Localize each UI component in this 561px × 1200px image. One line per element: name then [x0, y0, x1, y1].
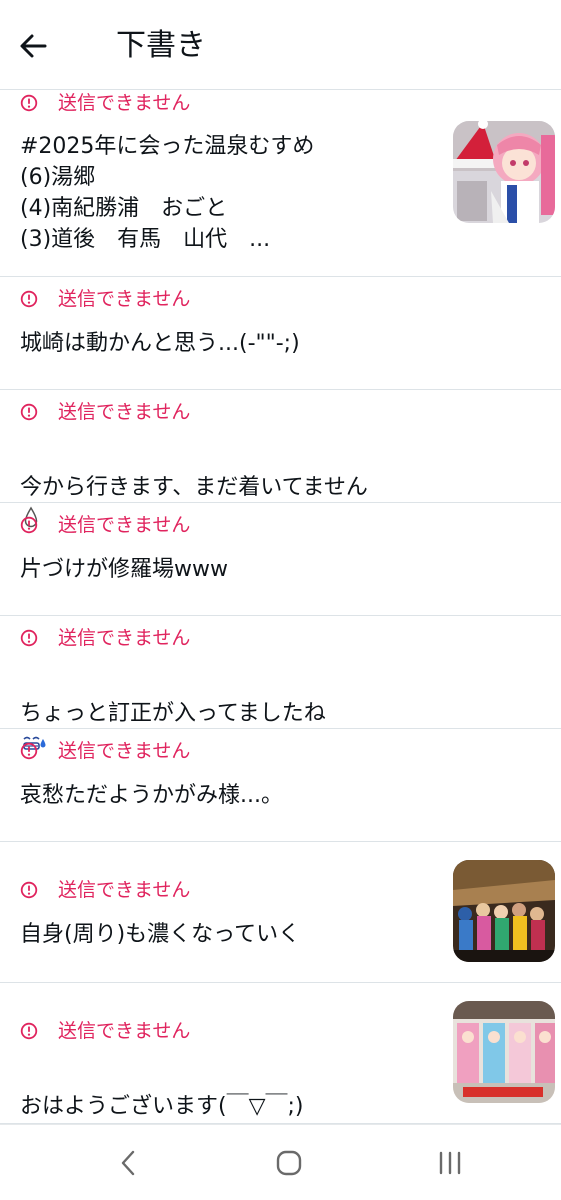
- status-text: 送信できません: [58, 740, 191, 762]
- draft-item[interactable]: 送信できません 片づけが修羅場www: [0, 503, 561, 616]
- back-button[interactable]: [18, 26, 72, 66]
- draft-text: 今から行きます、まだ着いてません: [20, 475, 368, 500]
- draft-thumbnail[interactable]: [453, 1001, 555, 1103]
- app-header: 下書き: [0, 0, 561, 90]
- nav-recents-icon: [439, 1151, 461, 1175]
- alert-circle-icon: [20, 1022, 38, 1040]
- status-text: 送信できません: [58, 627, 191, 649]
- draft-text: ちょっと訂正が入ってましたね: [20, 701, 326, 726]
- alert-circle-icon: [20, 881, 38, 899]
- draft-status: 送信できません: [20, 512, 190, 538]
- draft-item[interactable]: 送信できません #2025年に会った温泉むすめ (6)湯郷 (4)南紀勝浦 おご…: [0, 90, 561, 277]
- draft-item[interactable]: 送信できません ちょっと訂正が入ってましたね: [0, 616, 561, 750]
- nav-back-icon: [121, 1150, 135, 1176]
- draft-text: おはようございます(￣▽￣;): [20, 1094, 304, 1119]
- draft-thumbnail[interactable]: [453, 121, 555, 223]
- draft-status: 送信できません: [20, 1018, 190, 1044]
- status-text: 送信できません: [58, 1020, 191, 1042]
- arrow-left-icon: [20, 34, 47, 58]
- draft-item[interactable]: 送信できません おはようございます(￣▽￣;): [0, 983, 561, 1124]
- draft-text: 自身(周り)も濃くなっていく: [20, 922, 301, 947]
- nav-home-button[interactable]: [259, 1143, 319, 1183]
- draft-item[interactable]: 送信できません 自身(周り)も濃くなっていく: [0, 842, 561, 983]
- alert-circle-icon: [20, 742, 38, 760]
- nav-home-icon: [276, 1150, 302, 1176]
- draft-status: 送信できません: [20, 877, 190, 903]
- draft-text: #2025年に会った温泉むすめ (6)湯郷 (4)南紀勝浦 おごと (3)道後 …: [20, 134, 315, 252]
- draft-thumbnail[interactable]: [453, 860, 555, 962]
- draft-item[interactable]: 送信できません 今から行きます、まだ着いてません: [0, 390, 561, 528]
- alert-circle-icon: [20, 629, 38, 647]
- draft-item[interactable]: 送信できません 哀愁ただようかがみ様...。: [0, 729, 561, 842]
- draft-status: 送信できません: [20, 399, 190, 425]
- draft-status: 送信できません: [20, 90, 190, 116]
- nav-recents-button[interactable]: [420, 1143, 480, 1183]
- system-nav-bar: [0, 1124, 561, 1200]
- draft-status: 送信できません: [20, 286, 190, 312]
- draft-text-row: おはようございます(￣▽￣;): [20, 1060, 430, 1124]
- status-text: 送信できません: [58, 514, 191, 536]
- draft-status: 送信できません: [20, 738, 190, 764]
- drafts-list: 送信できません #2025年に会った温泉むすめ (6)湯郷 (4)南紀勝浦 おご…: [0, 90, 561, 1124]
- alert-circle-icon: [20, 94, 38, 112]
- page-title: 下書き: [116, 28, 206, 63]
- status-text: 送信できません: [58, 401, 191, 423]
- alert-circle-icon: [20, 516, 38, 534]
- nav-back-button[interactable]: [98, 1143, 158, 1183]
- alert-circle-icon: [20, 290, 38, 308]
- draft-text: 片づけが修羅場www: [20, 557, 228, 582]
- draft-item[interactable]: 送信できません 城崎は動かんと思う...(-""-;): [0, 277, 561, 390]
- draft-status: 送信できません: [20, 625, 190, 651]
- status-text: 送信できません: [58, 879, 191, 901]
- draft-text: 哀愁ただようかがみ様...。: [20, 783, 283, 808]
- status-text: 送信できません: [58, 92, 191, 114]
- draft-text: 城崎は動かんと思う...(-""-;): [20, 331, 300, 356]
- alert-circle-icon: [20, 403, 38, 421]
- status-text: 送信できません: [58, 288, 191, 310]
